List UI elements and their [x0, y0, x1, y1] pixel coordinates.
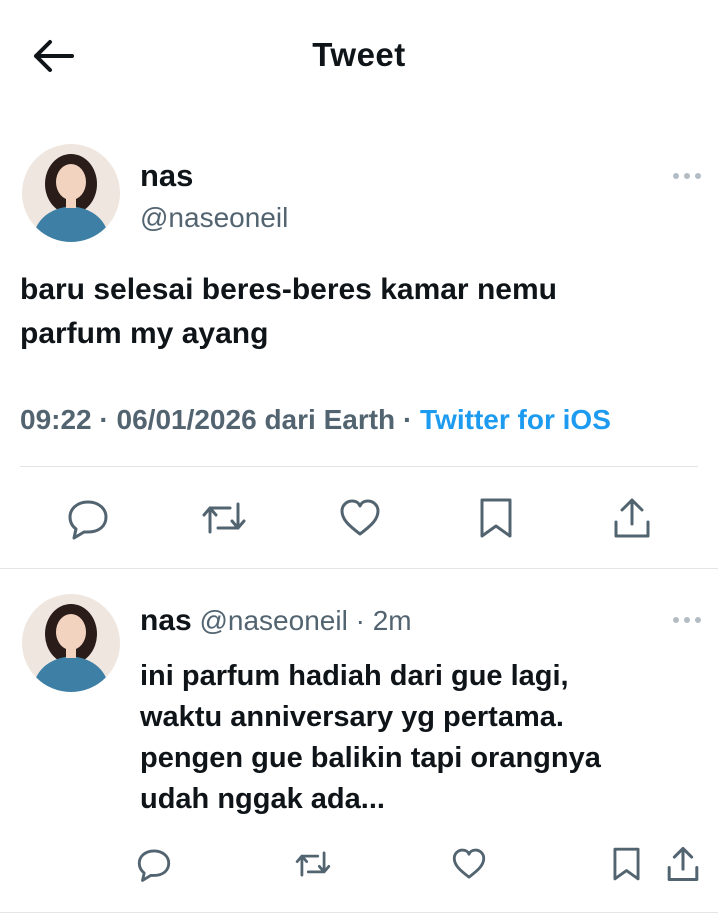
- divider: [0, 568, 718, 569]
- tweet-date: 06/01/2026: [116, 404, 257, 435]
- bookmark-icon[interactable]: [476, 496, 516, 540]
- retweet-icon[interactable]: [294, 846, 332, 882]
- client-link[interactable]: Twitter for iOS: [420, 404, 611, 435]
- more-icon[interactable]: [672, 616, 702, 624]
- reply-avatar[interactable]: [22, 594, 120, 692]
- reply-author-handle[interactable]: @naseoneil: [199, 605, 347, 636]
- reply-text-line: waktu anniversary yg pertama.: [140, 701, 564, 733]
- reply-author-name[interactable]: nas: [140, 604, 192, 637]
- tweet-time: 09:22: [20, 404, 92, 435]
- retweet-icon[interactable]: [200, 496, 248, 540]
- tweet-meta: 09:22 · 06/01/2026 dari Earth · Twitter …: [20, 404, 611, 436]
- like-icon[interactable]: [451, 846, 487, 882]
- reply-text-line: ini parfum hadiah dari gue lagi,: [140, 660, 569, 692]
- divider: [0, 912, 718, 913]
- tweet-location: Earth: [323, 404, 396, 435]
- tweet-text: baru selesai beres-beres kamar nemu parf…: [20, 268, 690, 356]
- reply-text: ini parfum hadiah dari gue lagi, waktu a…: [140, 656, 700, 820]
- more-icon[interactable]: [672, 172, 702, 180]
- reply-icon[interactable]: [66, 496, 110, 540]
- avatar[interactable]: [22, 144, 120, 242]
- reply-age: 2m: [372, 605, 412, 636]
- divider: [20, 466, 698, 467]
- author-name[interactable]: nas: [140, 158, 193, 194]
- separator: ·: [355, 605, 365, 636]
- top-bar: Tweet: [0, 0, 718, 115]
- page-title: Tweet: [312, 36, 406, 73]
- like-icon[interactable]: [338, 496, 382, 540]
- share-icon[interactable]: [610, 496, 654, 540]
- separator: ·: [402, 404, 413, 435]
- author-handle[interactable]: @naseoneil: [140, 202, 288, 234]
- reply-text-line: pengen gue balikin tapi orangnya: [140, 742, 601, 774]
- reply-header: nas @naseoneil · 2m: [140, 604, 412, 638]
- tweet-text-line: parfum my ayang: [20, 317, 269, 350]
- reply-icon[interactable]: [136, 846, 172, 882]
- tweet-text-line: baru selesai beres-beres kamar nemu: [20, 273, 557, 306]
- location-prefix: dari: [264, 404, 316, 435]
- reply-text-line: udah nggak ada...: [140, 783, 385, 815]
- bookmark-icon[interactable]: [610, 845, 643, 883]
- separator: ·: [99, 404, 109, 435]
- share-icon[interactable]: [664, 845, 702, 883]
